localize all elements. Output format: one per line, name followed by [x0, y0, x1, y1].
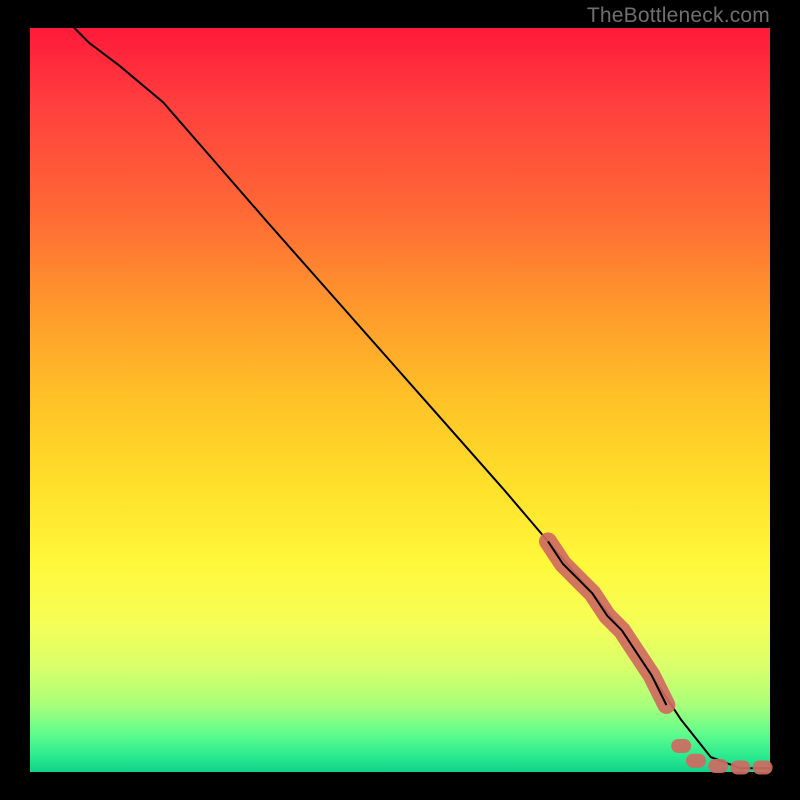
chart-overlay	[30, 28, 770, 772]
watermark-text: TheBottleneck.com	[587, 4, 770, 28]
chart-stage: TheBottleneck.com	[0, 0, 800, 800]
highlight-lower-dashes	[671, 739, 772, 775]
highlight-upper-segment	[548, 541, 666, 705]
curve-line	[74, 28, 770, 768]
plot-area	[30, 28, 770, 772]
